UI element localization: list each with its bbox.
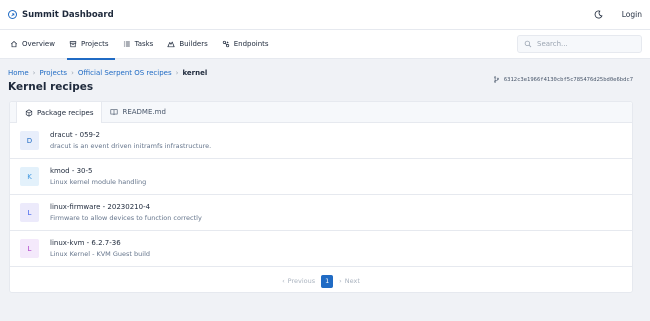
- brand-icon: [8, 10, 17, 19]
- breadcrumb-separator: ›: [32, 69, 36, 77]
- pagination-page-current[interactable]: 1: [321, 274, 334, 288]
- package-description: Linux kernel module handling: [50, 178, 147, 186]
- breadcrumb-separator: ›: [71, 69, 74, 77]
- page-header: Home › Projects › Official Serpent OS re…: [0, 59, 650, 99]
- top-header: Summit Dashboard Login: [0, 0, 650, 30]
- endpoint-icon: [222, 40, 230, 48]
- tab-label: README.md: [122, 108, 166, 116]
- nav-item-builders[interactable]: Builders: [165, 30, 213, 59]
- brand-logo[interactable]: Summit Dashboard: [8, 10, 114, 20]
- breadcrumb-project[interactable]: Official Serpent OS recipes: [78, 69, 172, 77]
- box-icon: [69, 40, 77, 48]
- next-label: Next: [344, 277, 360, 285]
- tab-readme[interactable]: README.md: [102, 102, 173, 122]
- package-title[interactable]: linux-firmware - 20230210-4: [50, 203, 202, 211]
- chevron-right-icon: ›: [339, 277, 342, 285]
- package-title[interactable]: kmod - 30-5: [50, 167, 146, 175]
- search-input[interactable]: [537, 40, 635, 48]
- nav-item-endpoints[interactable]: Endpoints: [220, 30, 275, 59]
- brand-prefix: Summit: [22, 9, 59, 20]
- card-tabs: Package recipes README.md: [10, 102, 632, 123]
- brand-name: Summit Dashboard: [22, 10, 114, 20]
- nav-item-projects[interactable]: Projects: [66, 30, 115, 60]
- package-title[interactable]: dracut - 059-2: [50, 131, 211, 139]
- pagination-previous[interactable]: ‹ Previous: [282, 277, 315, 285]
- list-item[interactable]: K kmod - 30-5 Linux kernel module handli…: [10, 159, 632, 195]
- search-box[interactable]: [517, 35, 642, 53]
- previous-label: Previous: [287, 277, 316, 285]
- pagination: ‹ Previous 1 › Next: [10, 267, 632, 295]
- list-item[interactable]: D dracut - 059-2 dracut is an event driv…: [10, 123, 632, 159]
- avatar: L: [20, 203, 39, 222]
- avatar: L: [20, 239, 39, 258]
- search-icon: [524, 40, 532, 48]
- nav-label: Projects: [80, 40, 109, 48]
- package-description: Linux Kernel - KVM Guest build: [50, 250, 151, 258]
- home-icon: [10, 40, 18, 48]
- git-commit-icon: [493, 76, 500, 83]
- builder-icon: [167, 40, 175, 48]
- package-description: dracut is an event driven initramfs infr…: [50, 142, 212, 150]
- dark-mode-toggle-icon[interactable]: [594, 10, 604, 20]
- chevron-left-icon: ‹: [282, 277, 285, 285]
- nav-label: Endpoints: [233, 40, 269, 48]
- pagination-next[interactable]: › Next: [339, 277, 360, 285]
- list-item[interactable]: L linux-firmware - 20230210-4 Firmware t…: [10, 195, 632, 231]
- nav-item-tasks[interactable]: Tasks: [121, 30, 160, 59]
- nav-item-overview[interactable]: Overview: [8, 30, 61, 59]
- breadcrumb-home[interactable]: Home: [8, 69, 29, 77]
- avatar: D: [20, 131, 39, 150]
- avatar: K: [20, 167, 39, 186]
- commit-hash[interactable]: 6312c3e1966f4130cbf5c785476d25bd0e6bdc7: [504, 77, 633, 83]
- recipes-card: Package recipes README.md D dracut - 059…: [9, 101, 633, 293]
- breadcrumb-projects[interactable]: Projects: [39, 69, 67, 77]
- breadcrumb-current: kernel: [182, 69, 208, 77]
- list-item[interactable]: L linux-kvm - 6.2.7-36 Linux Kernel - KV…: [10, 231, 632, 267]
- nav-label: Overview: [22, 40, 55, 48]
- nav-label: Builders: [179, 40, 208, 48]
- tab-label: Package recipes: [37, 108, 94, 117]
- book-icon: [110, 108, 118, 116]
- login-link[interactable]: Login: [622, 10, 642, 19]
- package-title[interactable]: linux-kvm - 6.2.7-36: [50, 239, 150, 247]
- package-description: Firmware to allow devices to function co…: [50, 214, 202, 222]
- package-icon: [25, 108, 33, 117]
- list-icon: [123, 40, 131, 48]
- nav-label: Tasks: [134, 40, 154, 48]
- brand-suffix: Dashboard: [61, 9, 114, 20]
- package-list: D dracut - 059-2 dracut is an event driv…: [10, 123, 632, 267]
- main-nav: Overview Projects Tasks Builders Endpoin…: [0, 30, 650, 60]
- tab-package-recipes[interactable]: Package recipes: [16, 102, 103, 123]
- commit-ref: 6312c3e1966f4130cbf5c785476d25bd0e6bdc7: [493, 76, 633, 83]
- breadcrumb-separator: ›: [175, 69, 179, 77]
